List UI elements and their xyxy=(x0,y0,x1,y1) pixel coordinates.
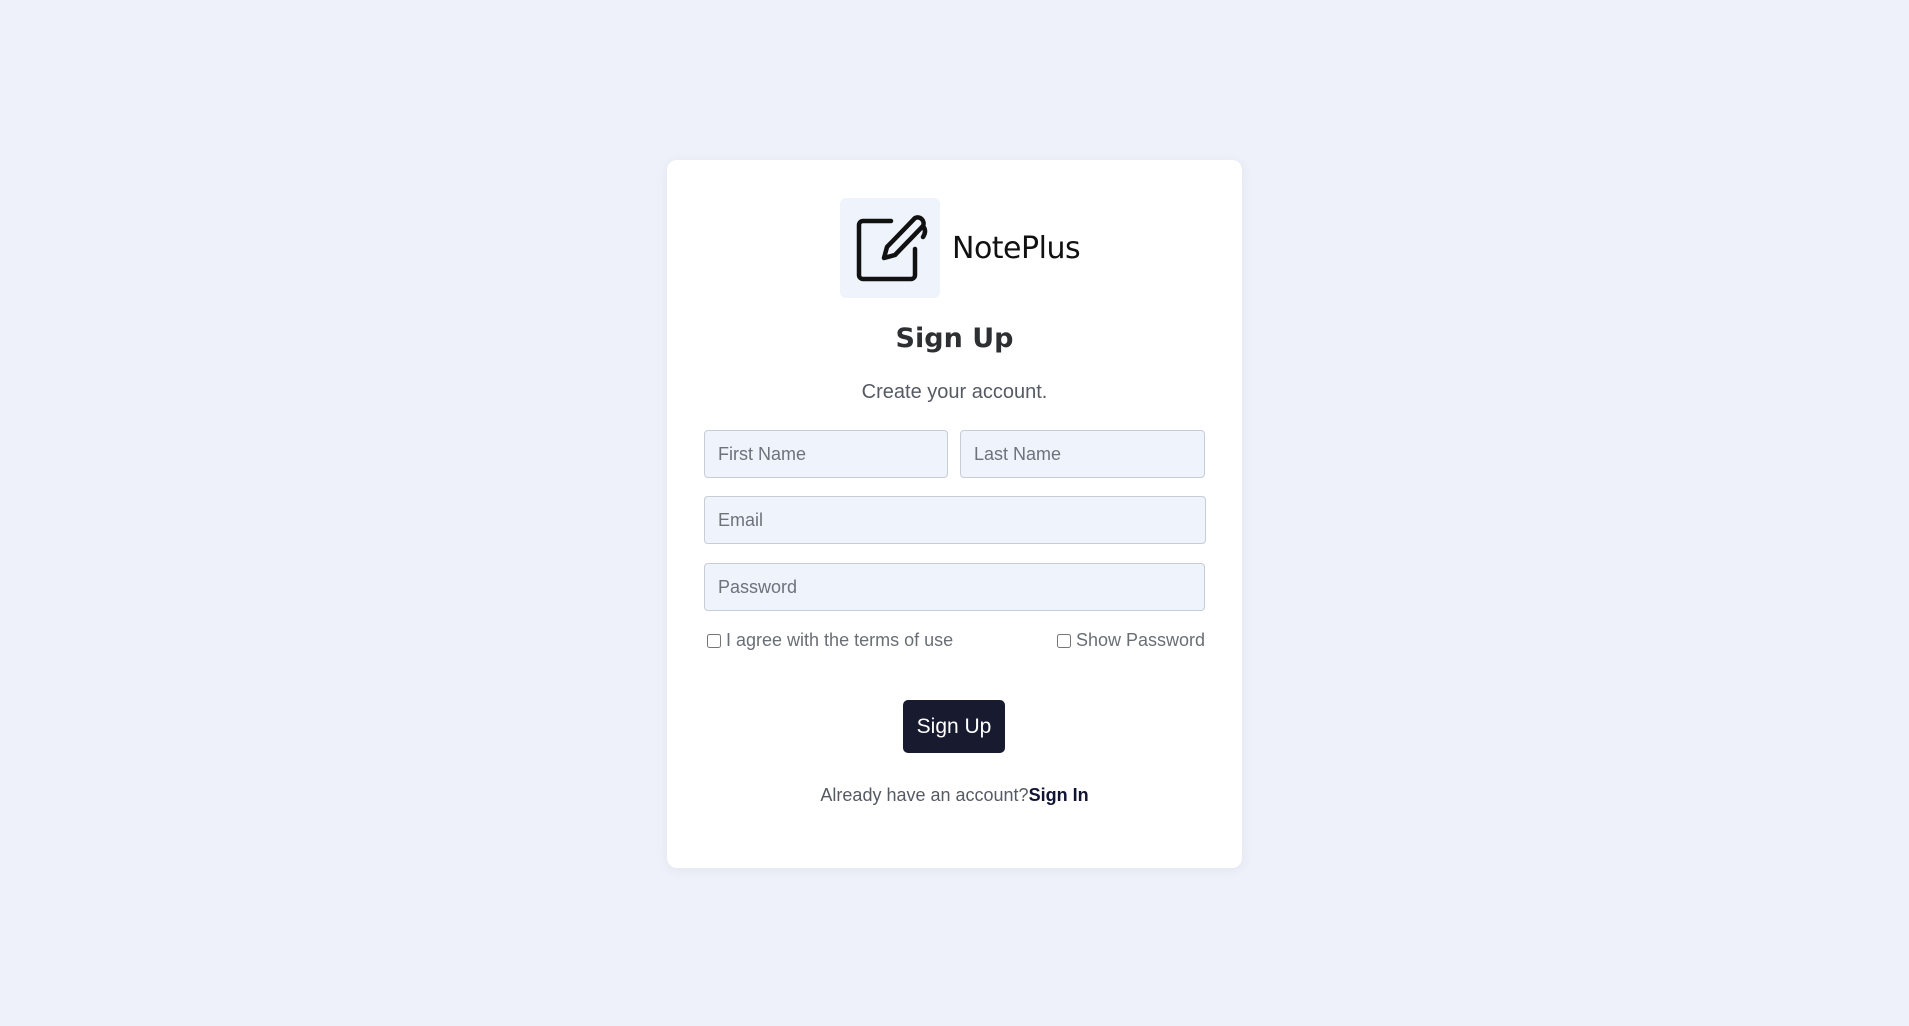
email-field[interactable] xyxy=(704,496,1206,544)
terms-checkbox[interactable] xyxy=(707,633,721,648)
signin-prompt-text: Already have an account? xyxy=(820,785,1029,805)
show-password-option[interactable]: Show Password xyxy=(1056,630,1205,651)
first-name-field[interactable] xyxy=(704,430,948,478)
page-title: Sign Up xyxy=(895,323,1014,354)
signin-prompt: Already have an account?Sign In xyxy=(667,785,1242,806)
page-subtitle: Create your account. xyxy=(861,381,1048,403)
signup-card: NotePlus Sign Up Create your account. I … xyxy=(667,160,1242,868)
show-password-label: Show Password xyxy=(1075,630,1205,650)
terms-option[interactable]: I agree with the terms of use xyxy=(707,630,953,651)
sign-up-button[interactable]: Sign Up xyxy=(903,700,1005,753)
password-field[interactable] xyxy=(704,563,1205,611)
terms-label: I agree with the terms of use xyxy=(726,630,954,650)
note-edit-icon xyxy=(840,198,940,298)
brand-name: NotePlus xyxy=(952,230,1081,266)
last-name-field[interactable] xyxy=(960,430,1205,478)
show-password-checkbox[interactable] xyxy=(1056,633,1071,648)
brand: NotePlus xyxy=(840,198,1081,298)
sign-in-link[interactable]: Sign In xyxy=(1029,785,1089,805)
